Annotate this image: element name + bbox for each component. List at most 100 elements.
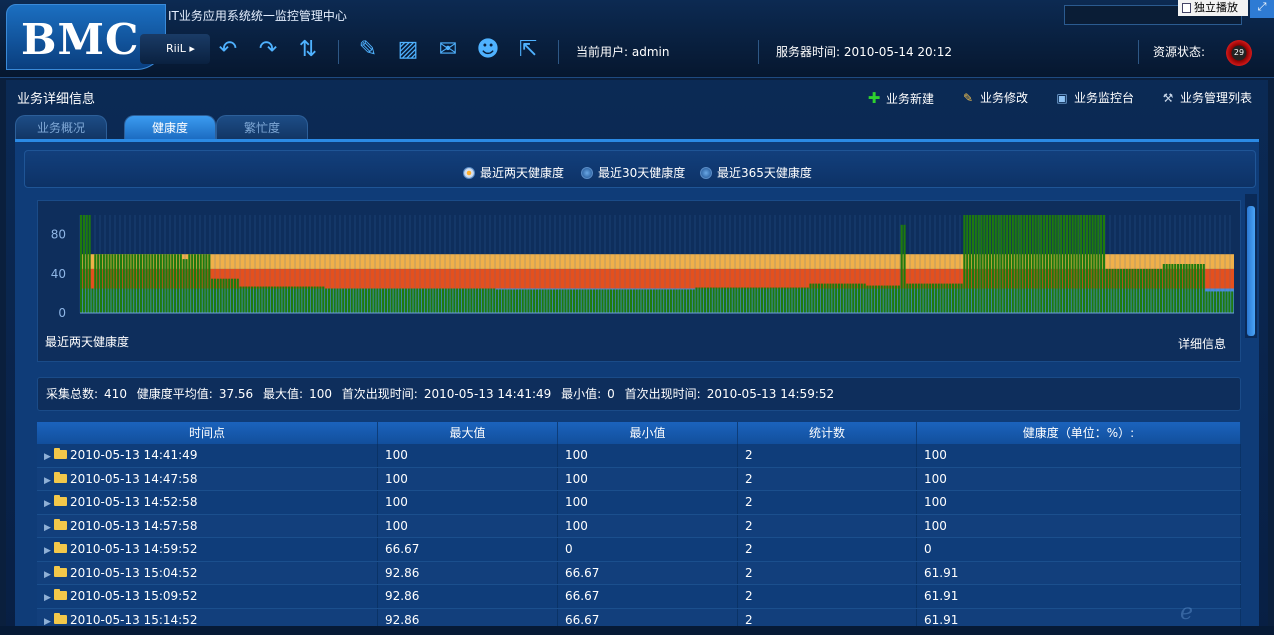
- health-bar: [370, 288, 373, 313]
- health-bar: [960, 283, 963, 313]
- table-cell: 100: [378, 514, 558, 537]
- edit-business-button[interactable]: ✎ 业务修改: [960, 89, 1028, 106]
- cell-text: 100: [565, 448, 588, 462]
- tools-icon[interactable]: ✎: [354, 36, 382, 64]
- health-bar: [1017, 215, 1020, 313]
- health-bar: [1168, 264, 1171, 313]
- col-min[interactable]: 最小值: [558, 422, 738, 444]
- tab-busy[interactable]: 繁忙度: [216, 115, 308, 139]
- business-list-button[interactable]: ⚒ 业务管理列表: [1160, 89, 1252, 106]
- health-bar: [205, 254, 208, 313]
- table-cell: 61.91: [917, 561, 1241, 584]
- health-bar: [590, 289, 593, 313]
- redo-icon[interactable]: ↷: [254, 36, 282, 64]
- health-bar: [387, 288, 390, 313]
- health-bar: [1165, 264, 1168, 313]
- window-icon: [1182, 3, 1191, 13]
- table-row[interactable]: ▶ 2010-05-13 14:47:58 100 100 2 100: [37, 467, 1241, 491]
- scrollbar-thumb[interactable]: [1247, 206, 1255, 336]
- health-bar: [262, 286, 265, 313]
- resource-gauge-icon[interactable]: 29: [1226, 40, 1252, 66]
- table-row[interactable]: ▶ 2010-05-13 14:41:49 100 100 2 100: [37, 444, 1241, 468]
- cell-text: 2: [745, 495, 753, 509]
- health-bar: [624, 289, 627, 313]
- tab-health[interactable]: 健康度: [124, 115, 216, 139]
- table-row[interactable]: ▶ 2010-05-13 15:09:52 92.86 66.67 2 61.91: [37, 585, 1241, 609]
- health-bar: [498, 289, 501, 313]
- health-bar: [1188, 264, 1191, 313]
- table-cell: 2: [738, 585, 917, 608]
- monitor-console-button[interactable]: ▣ 业务监控台: [1054, 89, 1134, 106]
- expand-arrow-icon[interactable]: ▶: [44, 446, 54, 467]
- col-count[interactable]: 统计数: [738, 422, 917, 444]
- undo-icon[interactable]: ↶: [214, 36, 242, 64]
- health-bar: [441, 288, 445, 313]
- refresh-icon[interactable]: ⇅: [294, 36, 322, 64]
- page-title: 业务详细信息: [17, 92, 96, 107]
- health-bar: [419, 288, 422, 313]
- health-bar: [800, 287, 804, 313]
- table-row[interactable]: ▶ 2010-05-13 15:04:52 92.86 66.67 2 61.91: [37, 561, 1241, 585]
- cell-text: 92.86: [385, 589, 420, 603]
- expand-arrow-icon[interactable]: ▶: [44, 470, 54, 491]
- radio-30-days[interactable]: 最近30天健康度: [581, 164, 685, 181]
- exit-icon[interactable]: ⇱: [514, 36, 542, 64]
- action-label: 业务监控台: [1074, 91, 1135, 105]
- riil-button[interactable]: RiiL ▸: [140, 34, 210, 64]
- health-bar: [538, 289, 541, 313]
- table-row[interactable]: ▶ 2010-05-13 14:59:52 66.67 0 2 0: [37, 538, 1241, 562]
- health-bar: [863, 283, 866, 313]
- col-time[interactable]: 时间点: [37, 422, 378, 444]
- health-bar: [1043, 215, 1046, 313]
- radio-two-days[interactable]: 最近两天健康度: [463, 164, 564, 181]
- health-bar: [222, 278, 225, 313]
- expand-arrow-icon[interactable]: ▶: [44, 517, 54, 538]
- action-label: 业务修改: [980, 91, 1029, 105]
- health-bar: [555, 289, 558, 313]
- health-bar: [162, 254, 165, 313]
- expand-arrow-icon[interactable]: ▶: [44, 587, 54, 608]
- report-icon[interactable]: ▨: [394, 36, 422, 64]
- y-tick-label: 80: [51, 228, 66, 242]
- health-bar: [840, 283, 843, 313]
- new-business-button[interactable]: ✚ 业务新建: [866, 89, 934, 107]
- health-bar: [228, 278, 231, 313]
- health-bar: [621, 289, 624, 313]
- health-bar: [946, 283, 949, 313]
- cell-text: 100: [565, 495, 588, 509]
- health-bar: [883, 285, 886, 313]
- health-bar: [755, 287, 758, 313]
- health-bar: [843, 283, 846, 313]
- cell-text: 66.67: [565, 589, 600, 603]
- users-icon[interactable]: ☻: [474, 36, 502, 64]
- health-bar: [704, 287, 707, 313]
- table-row[interactable]: ▶ 2010-05-13 14:57:58 100 100 2 100: [37, 514, 1241, 538]
- health-bar: [986, 215, 989, 313]
- col-max[interactable]: 最大值: [378, 422, 558, 444]
- cell-text: 100: [924, 471, 947, 486]
- corner-icon[interactable]: ⤢: [1250, 0, 1274, 18]
- expand-arrow-icon[interactable]: ▶: [44, 540, 54, 561]
- health-bar: [142, 254, 145, 313]
- table-row[interactable]: ▶ 2010-05-13 14:52:58 100 100 2 100: [37, 491, 1241, 515]
- col-health[interactable]: 健康度（单位：%）:: [917, 422, 1241, 444]
- min-time-value: 2010-05-13 14:59:52: [706, 387, 835, 401]
- cell-text: 2010-05-13 14:52:58: [70, 495, 198, 509]
- health-bar: [288, 286, 291, 313]
- chart-scrollbar[interactable]: [1245, 194, 1257, 338]
- health-bar: [478, 288, 482, 313]
- table-cell: ▶ 2010-05-13 14:52:58: [37, 491, 378, 514]
- expand-arrow-icon[interactable]: ▶: [44, 493, 54, 514]
- detail-info-link[interactable]: 详细信息: [1178, 335, 1226, 352]
- health-bar: [1037, 215, 1040, 313]
- max-time-label: 首次出现时间:: [341, 387, 418, 401]
- health-bar: [1185, 264, 1188, 313]
- tab-overview[interactable]: 业务概况: [15, 115, 107, 139]
- health-bar: [362, 288, 365, 313]
- mail-icon[interactable]: ✉: [434, 36, 462, 64]
- health-bar: [464, 288, 467, 313]
- bottom-resize-grip[interactable]: [0, 626, 1274, 635]
- expand-arrow-icon[interactable]: ▶: [44, 564, 54, 585]
- popout-button[interactable]: 独立播放: [1178, 0, 1248, 16]
- radio-365-days[interactable]: 最近365天健康度: [700, 164, 812, 181]
